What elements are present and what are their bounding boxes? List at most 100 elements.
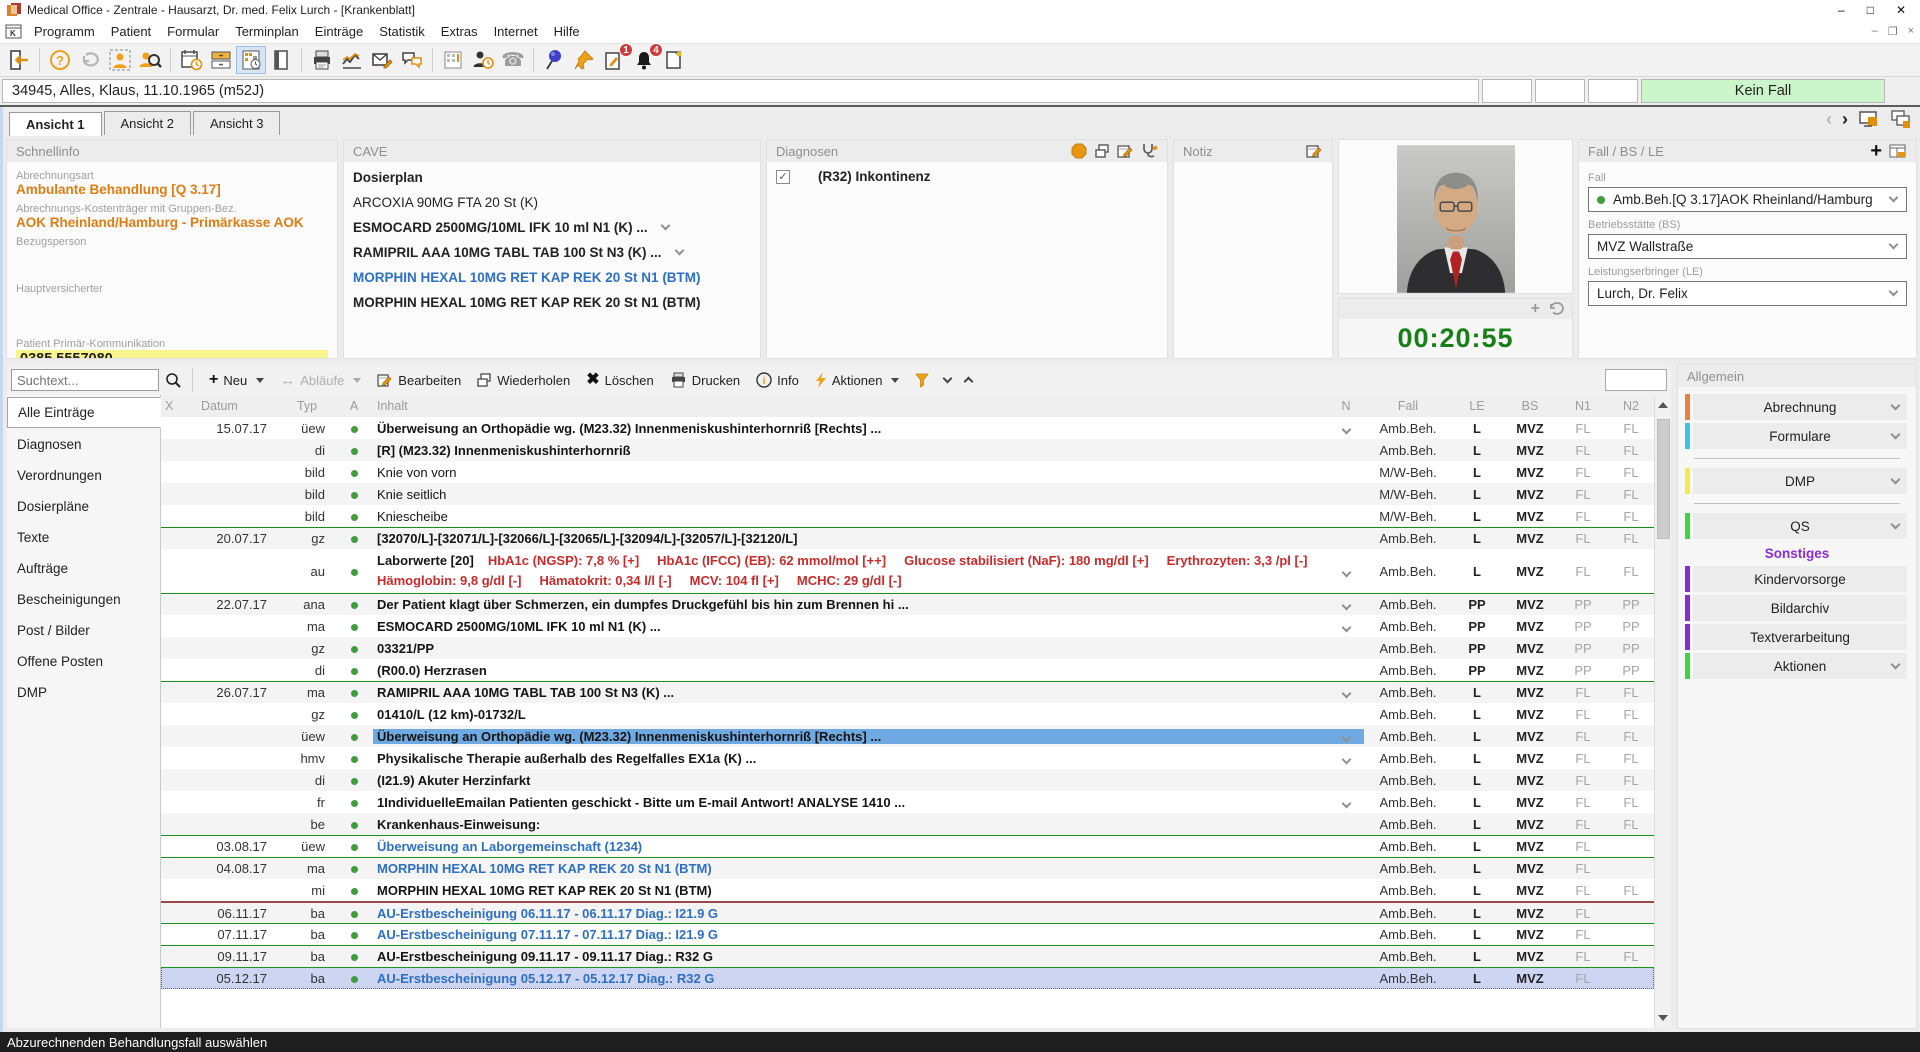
row-inhalt[interactable]: Laborwerte [20]HbA1c (NGSP): 7,8 % [+]Hb… <box>373 551 1328 591</box>
row-chevron-icon[interactable] <box>1341 601 1351 611</box>
patient-select-icon[interactable] <box>105 46 135 74</box>
diagnose-checkbox[interactable]: ✓ <box>776 170 790 184</box>
chat-icon[interactable] <box>397 46 427 74</box>
row-inhalt[interactable]: AU-Erstbescheinigung 09.11.17 - 09.11.17… <box>373 949 1328 964</box>
wiedervorlage-icon[interactable]: 1 <box>599 46 629 74</box>
table-row[interactable]: maESMOCARD 2500MG/10ML IFK 10 ml N1 (K) … <box>161 615 1654 637</box>
row-inhalt[interactable]: Der Patient klagt über Schmerzen, ein du… <box>373 597 1328 612</box>
fall-select[interactable]: Amb.Beh.[Q 3.17]AOK Rheinland/Hamburg <box>1588 187 1907 212</box>
column-header-fall[interactable]: Fall <box>1364 399 1452 413</box>
menu-item-internet[interactable]: Internet <box>486 21 546 42</box>
minimize-icon[interactable]: – <box>1838 3 1845 17</box>
panel-button-dmp[interactable]: DMP <box>1685 468 1907 494</box>
row-inhalt[interactable]: Physikalische Therapie außerhalb des Reg… <box>373 751 1328 766</box>
column-header-datum[interactable]: Datum <box>187 399 279 413</box>
cave-item[interactable]: ESMOCARD 2500MG/10ML IFK 10 ml N1 (K) ..… <box>353 215 751 240</box>
row-inhalt[interactable]: Knie seitlich <box>373 487 1328 502</box>
cave-item[interactable]: ARCOXIA 90MG FTA 20 St (K) <box>353 190 751 215</box>
row-inhalt[interactable]: Kniescheibe <box>373 509 1328 524</box>
table-row[interactable]: 06.11.17baAU-Erstbescheinigung 06.11.17 … <box>161 901 1654 923</box>
search-icon[interactable] <box>165 372 181 388</box>
panel-button-kindervorsorge[interactable]: Kindervorsorge <box>1685 566 1907 592</box>
column-header-le[interactable]: LE <box>1452 399 1502 413</box>
table-row[interactable]: 09.11.17baAU-Erstbescheinigung 09.11.17 … <box>161 945 1654 967</box>
column-header-x[interactable]: X <box>161 399 187 413</box>
table-row[interactable]: di[R] (M23.32) Innenmeniskushinterhornri… <box>161 439 1654 461</box>
table-row[interactable]: gz03321/PPAmb.Beh.PPMVZPPPP <box>161 637 1654 659</box>
sidebar-item-verordnungen[interactable]: Verordnungen <box>7 461 160 490</box>
row-inhalt[interactable]: MORPHIN HEXAL 10MG RET KAP REK 20 St N1 … <box>373 861 1328 876</box>
filter-icon[interactable] <box>914 372 930 388</box>
table-row[interactable]: 22.07.17anaDer Patient klagt über Schmer… <box>161 593 1654 615</box>
menu-item-terminplan[interactable]: Terminplan <box>227 21 307 42</box>
nav-right-icon[interactable]: › <box>1842 110 1848 128</box>
table-row[interactable]: 04.08.17maMORPHIN HEXAL 10MG RET KAP REK… <box>161 857 1654 879</box>
row-chevron-icon[interactable] <box>1341 732 1351 742</box>
cave-chevron-icon[interactable] <box>674 246 684 256</box>
bs-select[interactable]: MVZ Wallstraße <box>1588 234 1907 259</box>
mail-icon[interactable] <box>367 46 397 74</box>
table-row[interactable]: bildKniescheibeM/W-Beh.LMVZFLFL <box>161 505 1654 527</box>
sidebar-item-bescheinigungen[interactable]: Bescheinigungen <box>7 585 160 614</box>
neu-button[interactable]: +Neu <box>204 372 269 388</box>
krankenblatt-icon[interactable] <box>236 46 266 74</box>
row-inhalt[interactable]: (R00.0) Herzrasen <box>373 663 1328 678</box>
column-header-n1[interactable]: N1 <box>1558 399 1608 413</box>
maximize-icon[interactable]: □ <box>1867 3 1874 17</box>
sidebar-item-alle-eintr-ge[interactable]: Alle Einträge <box>7 397 161 428</box>
row-chevron-icon[interactable] <box>1341 754 1351 764</box>
collapse-icon[interactable] <box>964 377 974 387</box>
sidebar-item-texte[interactable]: Texte <box>7 523 160 552</box>
info-button[interactable]: iInfo <box>751 372 804 388</box>
loeschen-button[interactable]: ✖Löschen <box>581 372 659 388</box>
row-inhalt[interactable]: AU-Erstbescheinigung 06.11.17 - 06.11.17… <box>373 906 1328 921</box>
dauerdiagnose-icon[interactable] <box>1071 143 1087 159</box>
tab-ansicht-2[interactable]: Ansicht 2 <box>104 111 191 135</box>
table-row[interactable]: bildKnie seitlichM/W-Beh.LMVZFLFL <box>161 483 1654 505</box>
help-icon[interactable]: ? <box>45 46 75 74</box>
pin-orange-icon[interactable] <box>569 46 599 74</box>
column-header-a[interactable]: A <box>335 399 373 413</box>
notiz-edit-icon[interactable] <box>1306 143 1323 159</box>
fall-status[interactable]: Kein Fall <box>1641 79 1885 103</box>
sidebar-item-offene-posten[interactable]: Offene Posten <box>7 647 160 676</box>
cave-item[interactable]: MORPHIN HEXAL 10MG RET KAP REK 20 St N1 … <box>353 290 751 315</box>
cardfile-icon[interactable] <box>206 46 236 74</box>
menu-item-extras[interactable]: Extras <box>433 21 486 42</box>
pin-blue-icon[interactable] <box>539 46 569 74</box>
row-chevron-icon[interactable] <box>1341 798 1351 808</box>
search-input[interactable] <box>11 369 159 391</box>
table-row[interactable]: bildKnie von vornM/W-Beh.LMVZFLFL <box>161 461 1654 483</box>
table-row[interactable]: di(R00.0) HerzrasenAmb.Beh.PPMVZPPPP <box>161 659 1654 681</box>
diagnose-item[interactable]: ✓(R32) Inkontinenz <box>776 169 1158 184</box>
sidebar-item-post-bilder[interactable]: Post / Bilder <box>7 616 160 645</box>
row-inhalt[interactable]: 01410/L (12 km)-01732/L <box>373 707 1328 722</box>
cave-item[interactable]: RAMIPRIL AAA 10MG TABL TAB 100 St N3 (K)… <box>353 240 751 265</box>
copy-icon[interactable] <box>1094 143 1110 159</box>
close-icon[interactable]: ✕ <box>1896 3 1906 17</box>
timer-add-icon[interactable]: + <box>1531 301 1540 317</box>
table-row[interactable]: hmvPhysikalische Therapie außerhalb des … <box>161 747 1654 769</box>
mdi-restore-icon[interactable]: ❐ <box>1888 25 1898 38</box>
menu-item-hilfe[interactable]: Hilfe <box>546 21 588 42</box>
filter-input[interactable] <box>1605 369 1667 391</box>
mdi-close-icon[interactable]: × <box>1908 25 1914 38</box>
mdi-child-icon[interactable]: K <box>5 24 22 39</box>
panel-button-qs[interactable]: QS <box>1685 513 1907 539</box>
le-select[interactable]: Lurch, Dr. Felix <box>1588 281 1907 306</box>
notiz-body[interactable] <box>1174 162 1332 358</box>
timer-history-icon[interactable] <box>1548 301 1564 317</box>
table-row[interactable]: gz01410/L (12 km)-01732/LAmb.Beh.LMVZFLF… <box>161 703 1654 725</box>
row-chevron-icon[interactable] <box>1341 689 1351 699</box>
layout-config-icon[interactable] <box>1858 109 1880 129</box>
table-row[interactable]: auLaborwerte [20]HbA1c (NGSP): 7,8 % [+]… <box>161 549 1654 593</box>
table-row[interactable]: 07.11.17baAU-Erstbescheinigung 07.11.17 … <box>161 923 1654 945</box>
row-inhalt[interactable]: AU-Erstbescheinigung 05.12.17 - 05.12.17… <box>373 971 1328 986</box>
nav-left-icon[interactable]: ‹ <box>1826 110 1832 128</box>
layout-config-2-icon[interactable] <box>1890 109 1912 129</box>
row-inhalt[interactable]: (I21.9) Akuter Herzinfarkt <box>373 773 1328 788</box>
sidebar-item-auftr-ge[interactable]: Aufträge <box>7 554 160 583</box>
column-header-typ[interactable]: Typ <box>279 399 335 413</box>
form-icon[interactable] <box>266 46 296 74</box>
panel-button-formulare[interactable]: Formulare <box>1685 423 1907 449</box>
